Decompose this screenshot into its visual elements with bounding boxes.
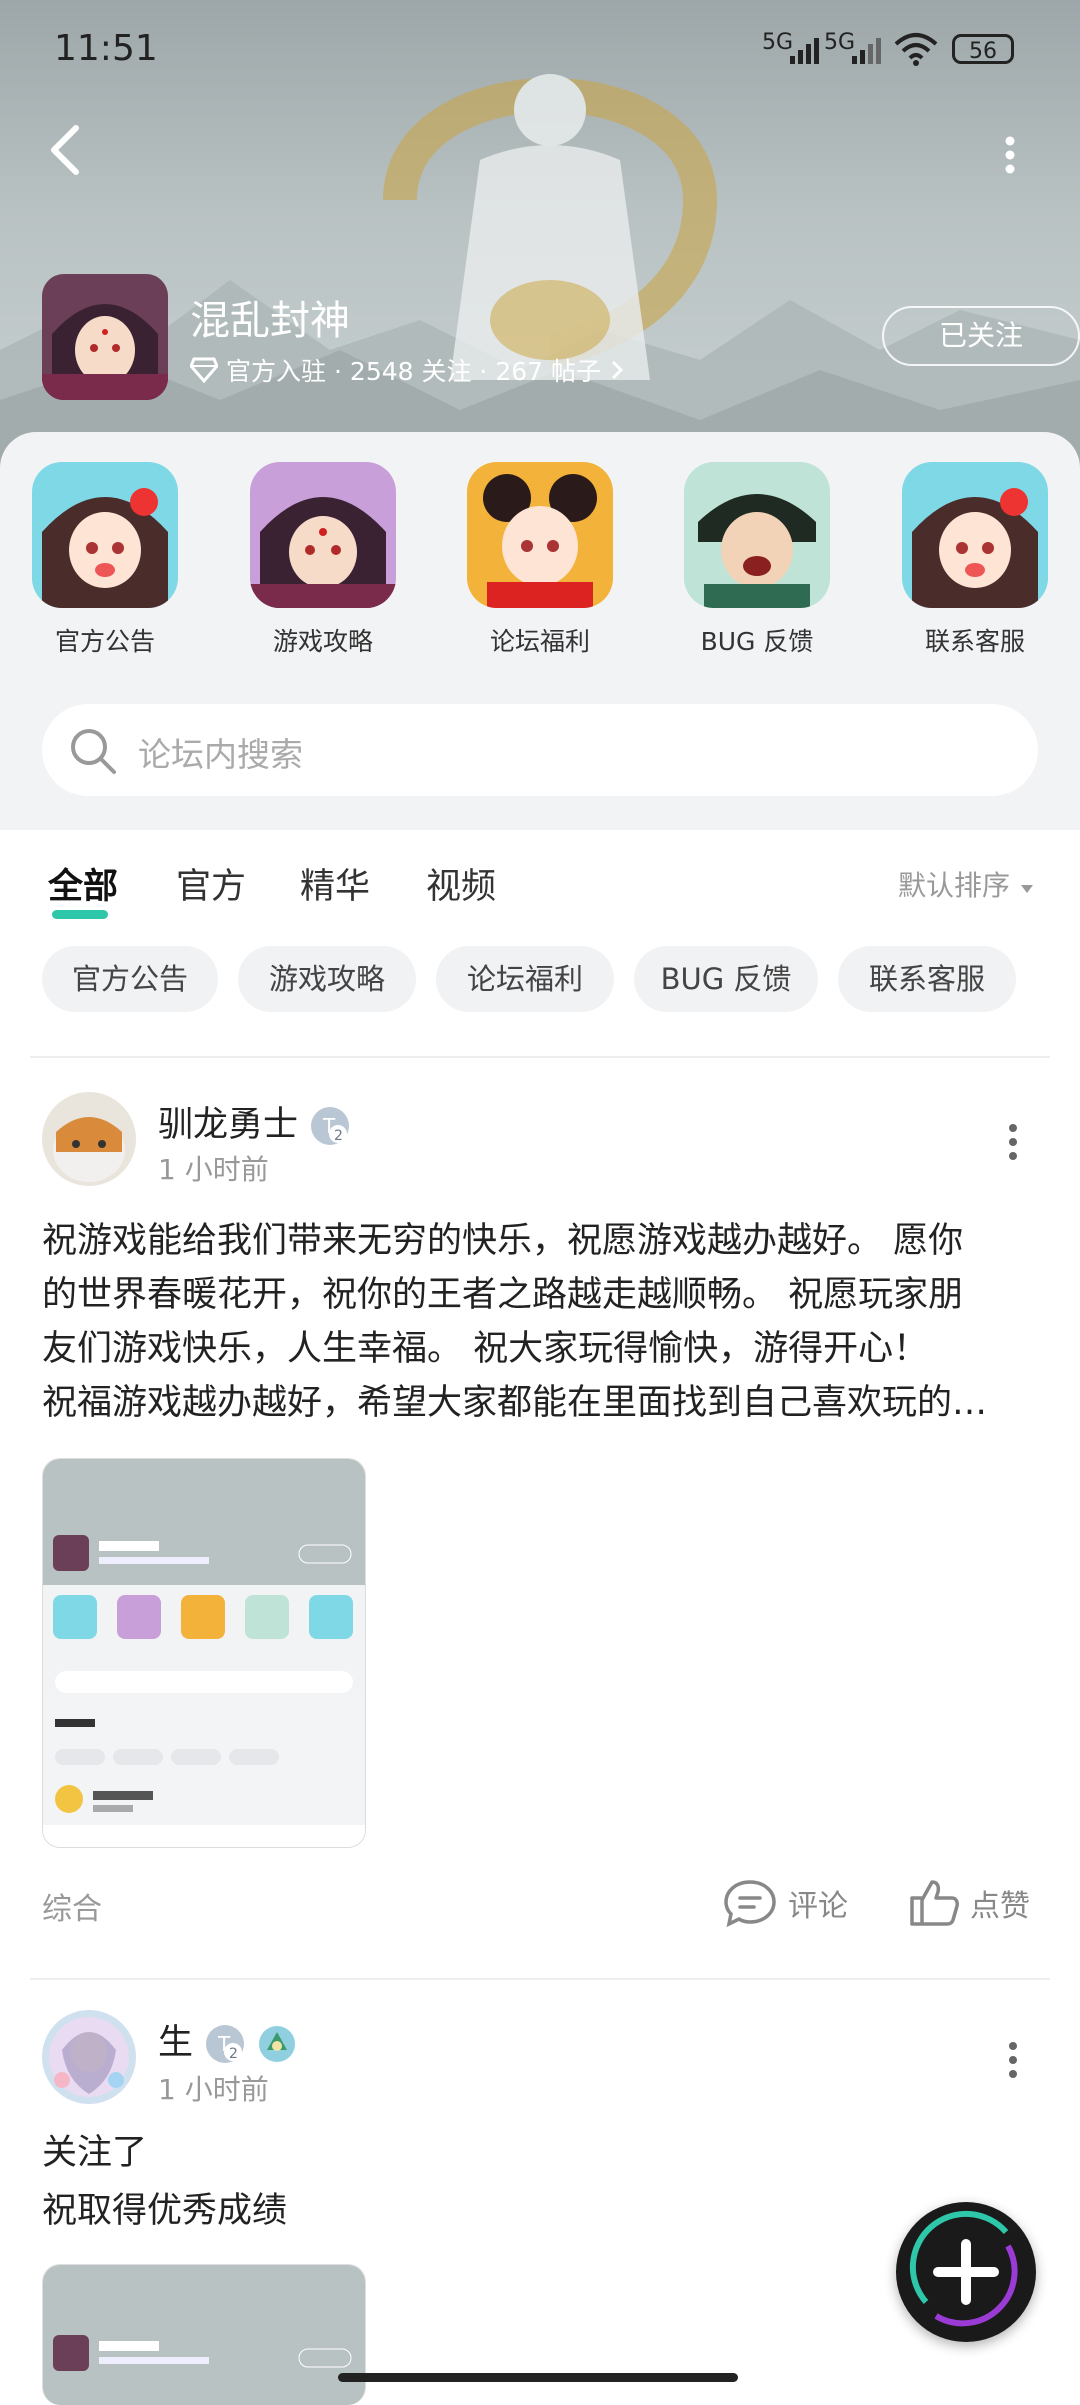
avatar[interactable] [42,1092,136,1186]
post-line: 祝福游戏越办越好，希望大家都能在里面找到自己喜欢玩的… [42,1383,988,1423]
post-line: 关注了 [42,2133,148,2173]
comment-icon [724,1880,776,1928]
tab-featured[interactable]: 精华 [300,858,370,909]
bug-character-icon [684,462,830,608]
announcement-character-icon [32,462,178,608]
chip-guides[interactable]: 游戏攻略 [238,946,416,1012]
level-badge-icon: T2 [311,1107,350,1145]
level-badge-icon: T2 [206,2025,245,2063]
svg-text:2: 2 [229,2046,238,2062]
quick-link-label: 联系客服 [924,627,1025,656]
chip-announcements[interactable]: 官方公告 [42,946,218,1012]
more-options-icon[interactable] [1000,135,1020,175]
forum-title: 混乱封神 [190,298,350,344]
quick-link-label: BUG 反馈 [700,627,814,656]
plus-icon [909,2210,1018,2327]
back-arrow-icon[interactable] [42,120,92,180]
like-button[interactable]: 点赞 [908,1878,1030,1928]
search-icon [71,729,116,774]
quick-link-label: 游戏攻略 [272,627,373,656]
svg-text:2: 2 [334,1128,343,1144]
feed-tabs: 全部 官方 精华 视频 默认排序 [0,830,1080,930]
create-post-button[interactable] [896,2202,1036,2342]
search-placeholder: 论坛内搜索 [138,735,303,774]
wifi-icon [894,33,938,66]
post-category[interactable]: 综合 [42,1884,102,1928]
chip-bug-report[interactable]: BUG 反馈 [634,946,818,1012]
signal-icon-2 [852,38,881,64]
forum-meta[interactable]: 官方入驻 · 2548 关注 · 267 帖子 [190,352,625,388]
home-indicator [338,2373,738,2382]
author-name: 驯龙勇士 [158,1105,299,1145]
post-content[interactable]: 祝游戏能给我们带来无穷的快乐，祝愿游戏越办越好。 愿你 的世界春暖花开，祝你的王… [42,1214,1042,1430]
quick-links-panel: 官方公告 游戏攻略 论坛福利 BUG 反馈 联系客服 论坛内搜索 [0,432,1080,830]
chip-benefits[interactable]: 论坛福利 [436,946,614,1012]
comment-label: 评论 [788,1889,848,1924]
quick-link-bug-report[interactable]: BUG 反馈 [682,462,832,658]
post-more-icon[interactable] [1006,2040,1020,2080]
quick-link-support[interactable]: 联系客服 [900,462,1050,658]
post-time: 1 小时前 [158,1153,269,1186]
post-author[interactable]: 生 T2 [158,2014,297,2065]
author-name: 生 [158,2023,194,2063]
battery-indicator: 56 [952,34,1014,64]
forum-stats: · 2548 关注 · 267 帖子 [334,357,601,386]
tab-video[interactable]: 视频 [426,858,496,909]
post-time: 1 小时前 [158,2073,269,2106]
thumbs-up-icon [910,1880,959,1926]
signal-icon [790,38,819,64]
sort-label: 默认排序 [898,869,1011,902]
status-time: 11:51 [54,28,158,69]
status-bar: 11:51 5G 5G 56 [0,0,1080,100]
support-character-icon [902,462,1048,608]
signal-5g-label: 5G [762,30,794,55]
chip-support[interactable]: 联系客服 [838,946,1016,1012]
follow-button[interactable]: 已关注 [882,306,1080,366]
post-author[interactable]: 驯龙勇士 T2 [158,1096,351,1147]
like-label: 点赞 [970,1889,1030,1924]
official-label: 官方入驻 [226,357,327,386]
signal-5g-label-2: 5G [824,30,856,55]
tab-all[interactable]: 全部 [48,858,118,919]
benefit-character-icon [467,462,613,608]
forum-header: 11:51 5G 5G 56 混乱封神 官方入驻 · 2548 关注 · 267… [0,0,1080,470]
quick-link-label: 官方公告 [54,627,155,656]
post-more-icon[interactable] [1006,1122,1020,1162]
post-line: 祝游戏能给我们带来无穷的快乐，祝愿游戏越办越好。 愿你 [42,1221,964,1261]
quick-link-guides[interactable]: 游戏攻略 [248,462,398,658]
post-card[interactable]: 驯龙勇士 T2 1 小时前 祝游戏能给我们带来无穷的快乐，祝愿游戏越办越好。 愿… [0,1056,1080,1976]
diamond-icon [190,357,218,383]
comment-button[interactable]: 评论 [722,1878,848,1928]
game-icon[interactable] [42,274,168,400]
guide-character-icon [250,462,396,608]
post-line: 友们游戏快乐，人生幸福。 祝大家玩得愉快，游得开心！ [42,1329,929,1369]
chevron-right-icon [611,360,624,380]
achievement-badge-icon [259,2026,296,2062]
forum-search-field[interactable]: 论坛内搜索 [42,704,1038,796]
avatar[interactable] [42,2010,136,2104]
post-content[interactable]: 关注了 祝取得优秀成绩 [42,2124,1042,2240]
post-line: 的世界春暖花开，祝你的王者之路越走越顺畅。 祝愿玩家朋 [42,1275,964,1315]
quick-link-benefits[interactable]: 论坛福利 [465,462,615,658]
caret-down-icon [1020,885,1033,893]
quick-link-label: 论坛福利 [489,627,590,656]
post-line: 祝取得优秀成绩 [42,2191,288,2231]
tab-official[interactable]: 官方 [176,858,246,909]
post-image[interactable] [42,1458,366,1848]
quick-link-announcements[interactable]: 官方公告 [30,462,180,658]
post-image[interactable] [42,2264,366,2405]
category-chips: 官方公告 游戏攻略 论坛福利 BUG 反馈 联系客服 [0,946,1080,1016]
sort-dropdown[interactable]: 默认排序 [898,864,1035,904]
